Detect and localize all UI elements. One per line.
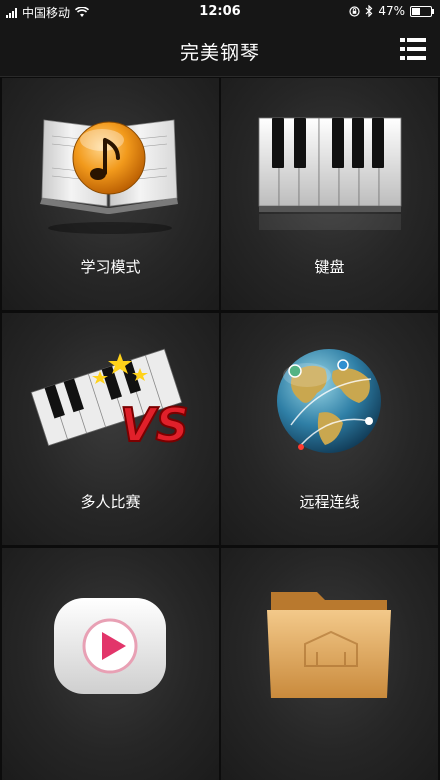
tile-multiplayer[interactable]: VS 多人比赛 (2, 313, 219, 545)
tile-keyboard[interactable]: 键盘 (221, 78, 438, 310)
battery-percent: 47% (378, 4, 405, 18)
svg-text:VS: VS (120, 398, 189, 452)
tile-label: 键盘 (314, 258, 345, 276)
versus-piano-icon: VS (30, 348, 190, 453)
nav-bar: 完美钢琴 (0, 24, 440, 77)
tile-video[interactable] (2, 548, 219, 780)
battery-icon (410, 5, 434, 17)
mode-grid: 学习模式 键盘 VS 多人比赛 远程连线 (0, 77, 440, 780)
tile-label: 学习模式 (80, 258, 141, 276)
status-bar: 中国移动 12:06 47% (0, 0, 440, 24)
piano-keyboard-icon (258, 117, 402, 230)
globe-network-icon (277, 349, 381, 453)
orientation-lock-icon (349, 5, 360, 17)
bluetooth-icon (365, 5, 373, 17)
tile-label: 远程连线 (299, 493, 360, 511)
music-book-icon (40, 119, 178, 234)
video-play-icon (54, 598, 166, 694)
page-title: 完美钢琴 (179, 42, 260, 64)
tile-label: 多人比赛 (80, 493, 141, 511)
tile-learn-mode[interactable]: 学习模式 (2, 78, 219, 310)
tile-remote-connect[interactable]: 远程连线 (221, 313, 438, 545)
folder-icon (267, 592, 391, 698)
tile-files[interactable] (221, 548, 438, 780)
list-menu-icon[interactable] (400, 38, 426, 60)
